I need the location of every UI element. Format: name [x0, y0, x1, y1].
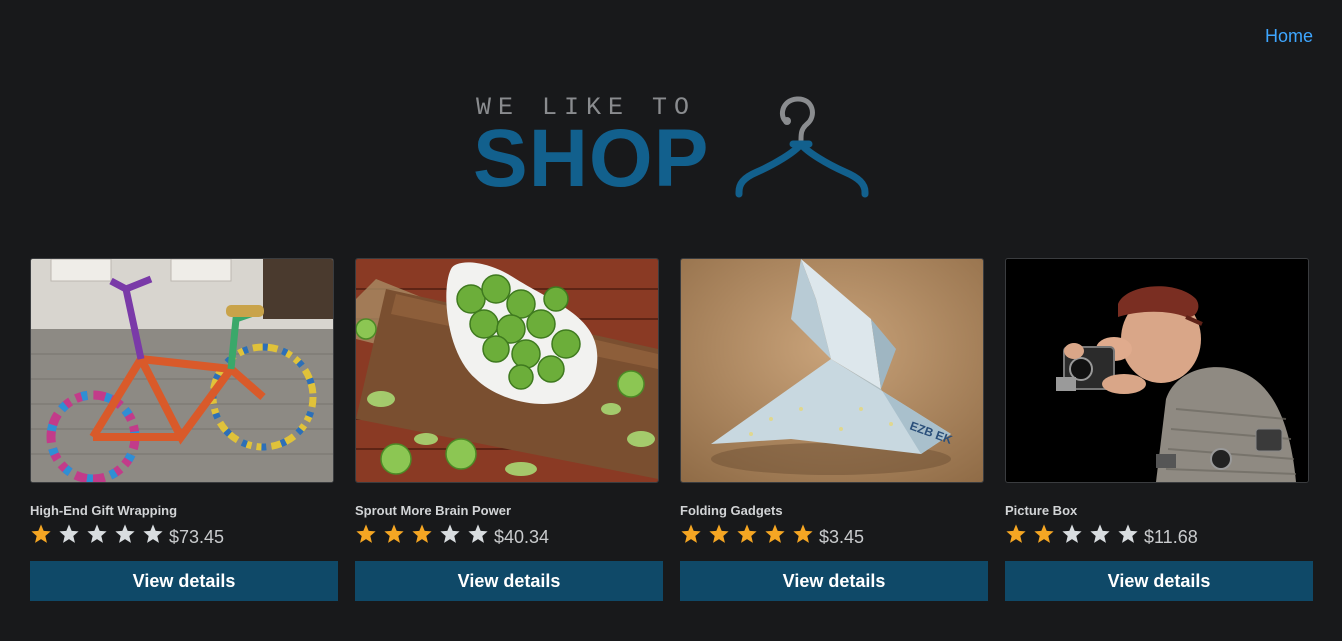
product-rating: $73.45: [30, 520, 338, 548]
product-price: $40.34: [494, 526, 550, 547]
site-logo[interactable]: WE LIKE TO SHOP: [473, 90, 873, 202]
star-filled-icon: [412, 524, 432, 543]
star-empty-icon: [440, 524, 460, 543]
star-rating: [355, 523, 495, 545]
product-rating: $40.34: [355, 520, 663, 548]
star-empty-icon: [143, 524, 163, 543]
product-image[interactable]: [1005, 258, 1309, 483]
view-details-button[interactable]: View details: [1005, 561, 1313, 601]
product-image[interactable]: [355, 258, 659, 483]
product-title[interactable]: Picture Box: [1005, 503, 1313, 519]
product-image[interactable]: EZB EK: [680, 258, 984, 483]
star-filled-icon: [1034, 524, 1054, 543]
product-card: EZB EK Folding Gadgets $3.45 View detail…: [680, 258, 988, 601]
page: Home WE LIKE TO SHOP High-End Gift Wrapp…: [0, 0, 1342, 641]
star-empty-icon: [87, 524, 107, 543]
product-title[interactable]: Sprout More Brain Power: [355, 503, 663, 519]
product-card: Sprout More Brain Power $40.34 View deta…: [355, 258, 663, 601]
star-filled-icon: [765, 524, 785, 543]
star-empty-icon: [468, 524, 488, 543]
star-filled-icon: [737, 524, 757, 543]
product-price: $73.45: [169, 526, 225, 547]
product-title[interactable]: Folding Gadgets: [680, 503, 988, 519]
star-empty-icon: [1062, 524, 1082, 543]
product-title[interactable]: High-End Gift Wrapping: [30, 503, 338, 519]
star-empty-icon: [59, 524, 79, 543]
product-card: Picture Box $11.68 View details: [1005, 258, 1313, 601]
star-filled-icon: [793, 524, 813, 543]
star-rating: [30, 523, 170, 545]
star-rating: [1005, 523, 1145, 545]
star-empty-icon: [1118, 524, 1138, 543]
view-details-button[interactable]: View details: [680, 561, 988, 601]
product-card: High-End Gift Wrapping $73.45 View detai…: [30, 258, 338, 601]
product-image[interactable]: [30, 258, 334, 483]
product-price: $3.45: [819, 526, 865, 547]
star-filled-icon: [709, 524, 729, 543]
hanger-icon: [735, 96, 869, 198]
product-rating: $3.45: [680, 520, 988, 548]
product-price: $11.68: [1144, 526, 1198, 547]
view-details-button[interactable]: View details: [355, 561, 663, 601]
view-details-button[interactable]: View details: [30, 561, 338, 601]
star-filled-icon: [681, 524, 701, 543]
star-empty-icon: [1090, 524, 1110, 543]
star-rating: [680, 523, 820, 545]
star-empty-icon: [115, 524, 135, 543]
product-rating: $11.68: [1005, 520, 1313, 548]
star-filled-icon: [384, 524, 404, 543]
star-filled-icon: [1006, 524, 1026, 543]
logo-wordmark: SHOP: [473, 113, 710, 204]
star-filled-icon: [31, 524, 51, 543]
star-filled-icon: [356, 524, 376, 543]
home-link[interactable]: Home: [1265, 26, 1313, 47]
